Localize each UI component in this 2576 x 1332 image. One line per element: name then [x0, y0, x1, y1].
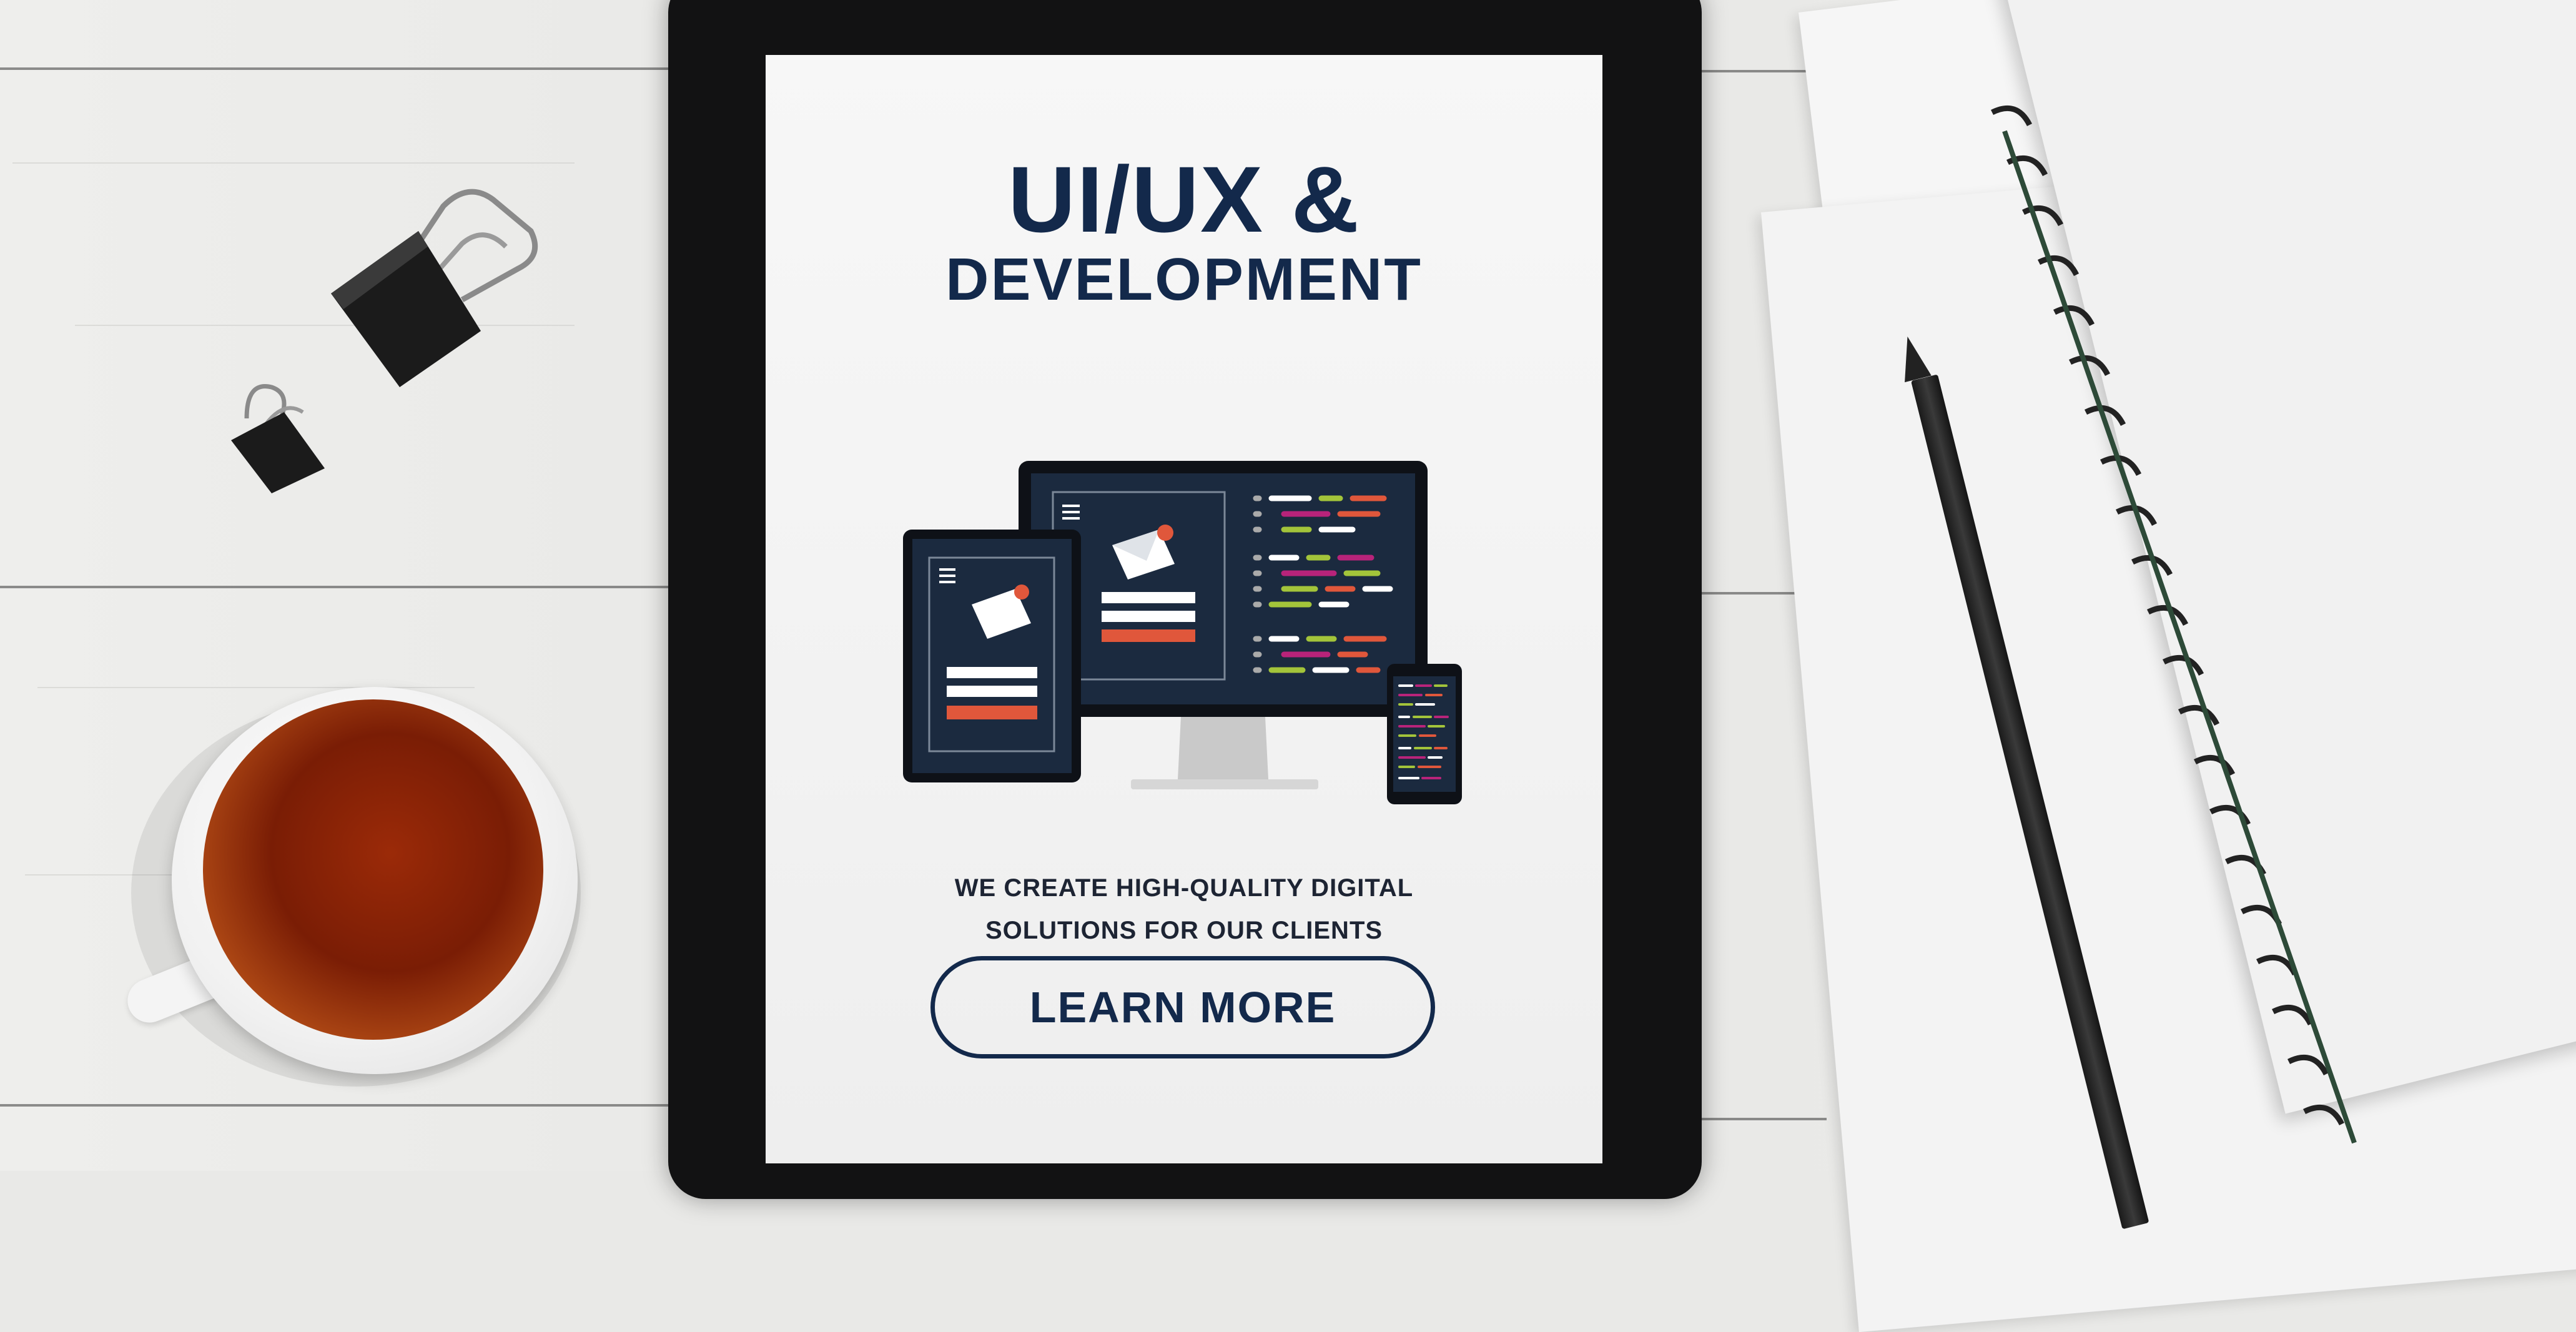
wood-grain	[37, 687, 475, 688]
hero-title-line1: UI/UX &	[1007, 147, 1361, 252]
plank-seam	[0, 1104, 668, 1107]
tablet-screen: UI/UX & DEVELOPMENT WE CREATE HIGH-QUALI…	[766, 55, 1602, 1163]
plank-seam	[1702, 1118, 1827, 1120]
phone-icon	[1387, 664, 1462, 804]
tagline: WE CREATE HIGH-QUALITY DIGITAL SOLUTIONS…	[922, 867, 1446, 952]
wood-grain	[12, 162, 575, 164]
tea	[203, 699, 543, 1040]
plank-seam	[0, 586, 668, 588]
notebook-spiral-icon	[1990, 105, 2357, 1144]
binder-clip-large-icon	[331, 189, 538, 387]
responsive-devices-illustration	[903, 461, 1462, 804]
tagline-line2: SOLUTIONS FOR OUR CLIENTS	[985, 917, 1383, 944]
plank-seam	[0, 67, 668, 70]
hero-title-line2: DEVELOPMENT	[945, 246, 1423, 313]
binder-clip-small-icon	[231, 384, 325, 493]
tablet-icon	[903, 530, 1081, 782]
learn-more-button[interactable]: LEARN MORE	[930, 956, 1435, 1058]
tagline-line1: WE CREATE HIGH-QUALITY DIGITAL	[954, 874, 1414, 902]
